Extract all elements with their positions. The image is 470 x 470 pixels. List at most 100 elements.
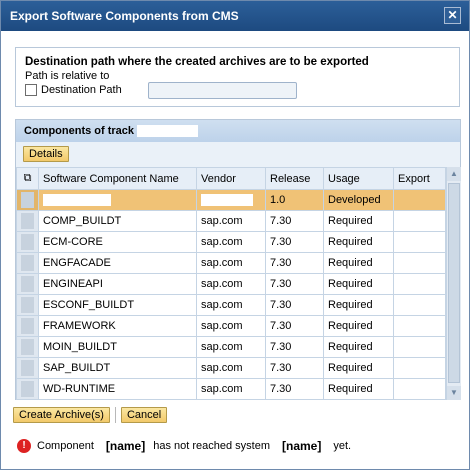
- cell-name: [38, 189, 197, 211]
- create-archives-button[interactable]: Create Archive(s): [13, 407, 110, 423]
- row-selector[interactable]: [16, 210, 39, 232]
- table-row[interactable]: FRAMEWORK sap.com 7.30 Required: [16, 315, 446, 337]
- cell-name: ENGFACADE: [38, 252, 197, 274]
- row-selector[interactable]: [16, 336, 39, 358]
- cell-name: COMP_BUILDT: [38, 210, 197, 232]
- table-row[interactable]: ECM-CORE sap.com 7.30 Required: [16, 231, 446, 253]
- column-header-vendor[interactable]: Vendor: [196, 167, 266, 190]
- table-row[interactable]: MOIN_BUILDT sap.com 7.30 Required: [16, 336, 446, 358]
- cell-export[interactable]: [393, 378, 446, 400]
- button-separator: [114, 407, 116, 423]
- cell-vendor: sap.com: [196, 315, 266, 337]
- cell-usage: Required: [323, 294, 394, 316]
- cell-export[interactable]: [393, 189, 446, 211]
- scroll-up-icon[interactable]: ▲: [447, 167, 461, 181]
- message-name2: [name]: [282, 439, 322, 453]
- row-selector[interactable]: [16, 378, 39, 400]
- error-icon: !: [17, 439, 31, 453]
- cell-export[interactable]: [393, 273, 446, 295]
- row-selector[interactable]: [16, 273, 39, 295]
- track-header-label: Components of track: [24, 125, 135, 137]
- cell-vendor: sap.com: [196, 252, 266, 274]
- details-button[interactable]: Details: [23, 146, 69, 162]
- cell-export[interactable]: [393, 231, 446, 253]
- scroll-thumb[interactable]: [448, 183, 460, 383]
- cell-release: 7.30: [265, 336, 324, 358]
- cell-name: FRAMEWORK: [38, 315, 197, 337]
- cell-release: 7.30: [265, 210, 324, 232]
- components-table: ⧉ Software Component Name Vendor Release…: [16, 167, 446, 400]
- cell-export[interactable]: [393, 294, 446, 316]
- destination-subtext: Path is relative to: [25, 70, 110, 82]
- cell-vendor: sap.com: [196, 357, 266, 379]
- cell-export[interactable]: [393, 336, 446, 358]
- cell-release: 7.30: [265, 294, 324, 316]
- row-selector[interactable]: [16, 189, 39, 211]
- row-selector[interactable]: [16, 294, 39, 316]
- dialog-title: Export Software Components from CMS: [10, 9, 239, 23]
- cell-release: 7.30: [265, 273, 324, 295]
- row-selector[interactable]: [16, 231, 39, 253]
- row-selector[interactable]: [16, 315, 39, 337]
- export-dialog: Export Software Components from CMS ✕ De…: [0, 0, 470, 470]
- column-header-release[interactable]: Release: [265, 167, 324, 190]
- table-header-row: ⧉ Software Component Name Vendor Release…: [16, 167, 446, 190]
- cell-usage: Required: [323, 210, 394, 232]
- cell-release: 7.30: [265, 378, 324, 400]
- select-all-header[interactable]: ⧉: [16, 167, 39, 190]
- table-row[interactable]: WD-RUNTIME sap.com 7.30 Required: [16, 378, 446, 400]
- cell-release: 7.30: [265, 357, 324, 379]
- table-row[interactable]: ENGINEAPI sap.com 7.30 Required: [16, 273, 446, 295]
- cell-name: SAP_BUILDT: [38, 357, 197, 379]
- message-part1: Component: [37, 440, 94, 452]
- table-scrollbar[interactable]: ▲ ▼: [446, 167, 461, 400]
- cell-vendor: [196, 189, 266, 211]
- cell-name: ESCONF_BUILDT: [38, 294, 197, 316]
- column-header-export[interactable]: Export: [393, 167, 446, 190]
- cell-usage: Required: [323, 378, 394, 400]
- dialog-titlebar: Export Software Components from CMS ✕: [1, 1, 469, 31]
- table-row[interactable]: ESCONF_BUILDT sap.com 7.30 Required: [16, 294, 446, 316]
- redacted-name: [43, 194, 111, 207]
- cell-name: WD-RUNTIME: [38, 378, 197, 400]
- cell-release: 7.30: [265, 231, 324, 253]
- destination-path-input[interactable]: [148, 82, 297, 99]
- cancel-button[interactable]: Cancel: [120, 407, 168, 423]
- cell-usage: Required: [323, 273, 394, 295]
- cell-name: ENGINEAPI: [38, 273, 197, 295]
- cell-export[interactable]: [393, 315, 446, 337]
- select-all-icon[interactable]: ⧉: [24, 172, 32, 184]
- track-panel: Components of track Details ⧉ Software C…: [15, 119, 461, 400]
- table-row[interactable]: ENGFACADE sap.com 7.30 Required: [16, 252, 446, 274]
- destination-path-checkbox[interactable]: [25, 84, 37, 96]
- cell-release: 1.0: [265, 189, 324, 211]
- row-selector[interactable]: [16, 357, 39, 379]
- cell-vendor: sap.com: [196, 378, 266, 400]
- dialog-actions: Create Archive(s) Cancel: [13, 407, 168, 423]
- column-header-name[interactable]: Software Component Name: [38, 167, 197, 190]
- track-header: Components of track: [16, 120, 460, 142]
- message-name1: [name]: [105, 439, 146, 453]
- row-selector[interactable]: [16, 252, 39, 274]
- cell-usage: Required: [323, 252, 394, 274]
- table-row[interactable]: COMP_BUILDT sap.com 7.30 Required: [16, 210, 446, 232]
- cell-usage: Required: [323, 336, 394, 358]
- cell-usage: Required: [323, 231, 394, 253]
- cell-name: ECM-CORE: [38, 231, 197, 253]
- cell-name: MOIN_BUILDT: [38, 336, 197, 358]
- cell-vendor: sap.com: [196, 231, 266, 253]
- cell-release: 7.30: [265, 315, 324, 337]
- scroll-down-icon[interactable]: ▼: [447, 386, 461, 400]
- table-row[interactable]: 1.0 Developed: [16, 189, 446, 211]
- track-toolbar: Details: [16, 142, 460, 166]
- table-row[interactable]: SAP_BUILDT sap.com 7.30 Required: [16, 357, 446, 379]
- column-header-usage[interactable]: Usage: [323, 167, 394, 190]
- redacted-vendor: [201, 194, 253, 207]
- message-part2: has not reached system: [153, 440, 271, 452]
- cell-vendor: sap.com: [196, 294, 266, 316]
- cell-export[interactable]: [393, 357, 446, 379]
- cell-export[interactable]: [393, 252, 446, 274]
- close-button[interactable]: ✕: [444, 7, 461, 24]
- cell-vendor: sap.com: [196, 273, 266, 295]
- cell-export[interactable]: [393, 210, 446, 232]
